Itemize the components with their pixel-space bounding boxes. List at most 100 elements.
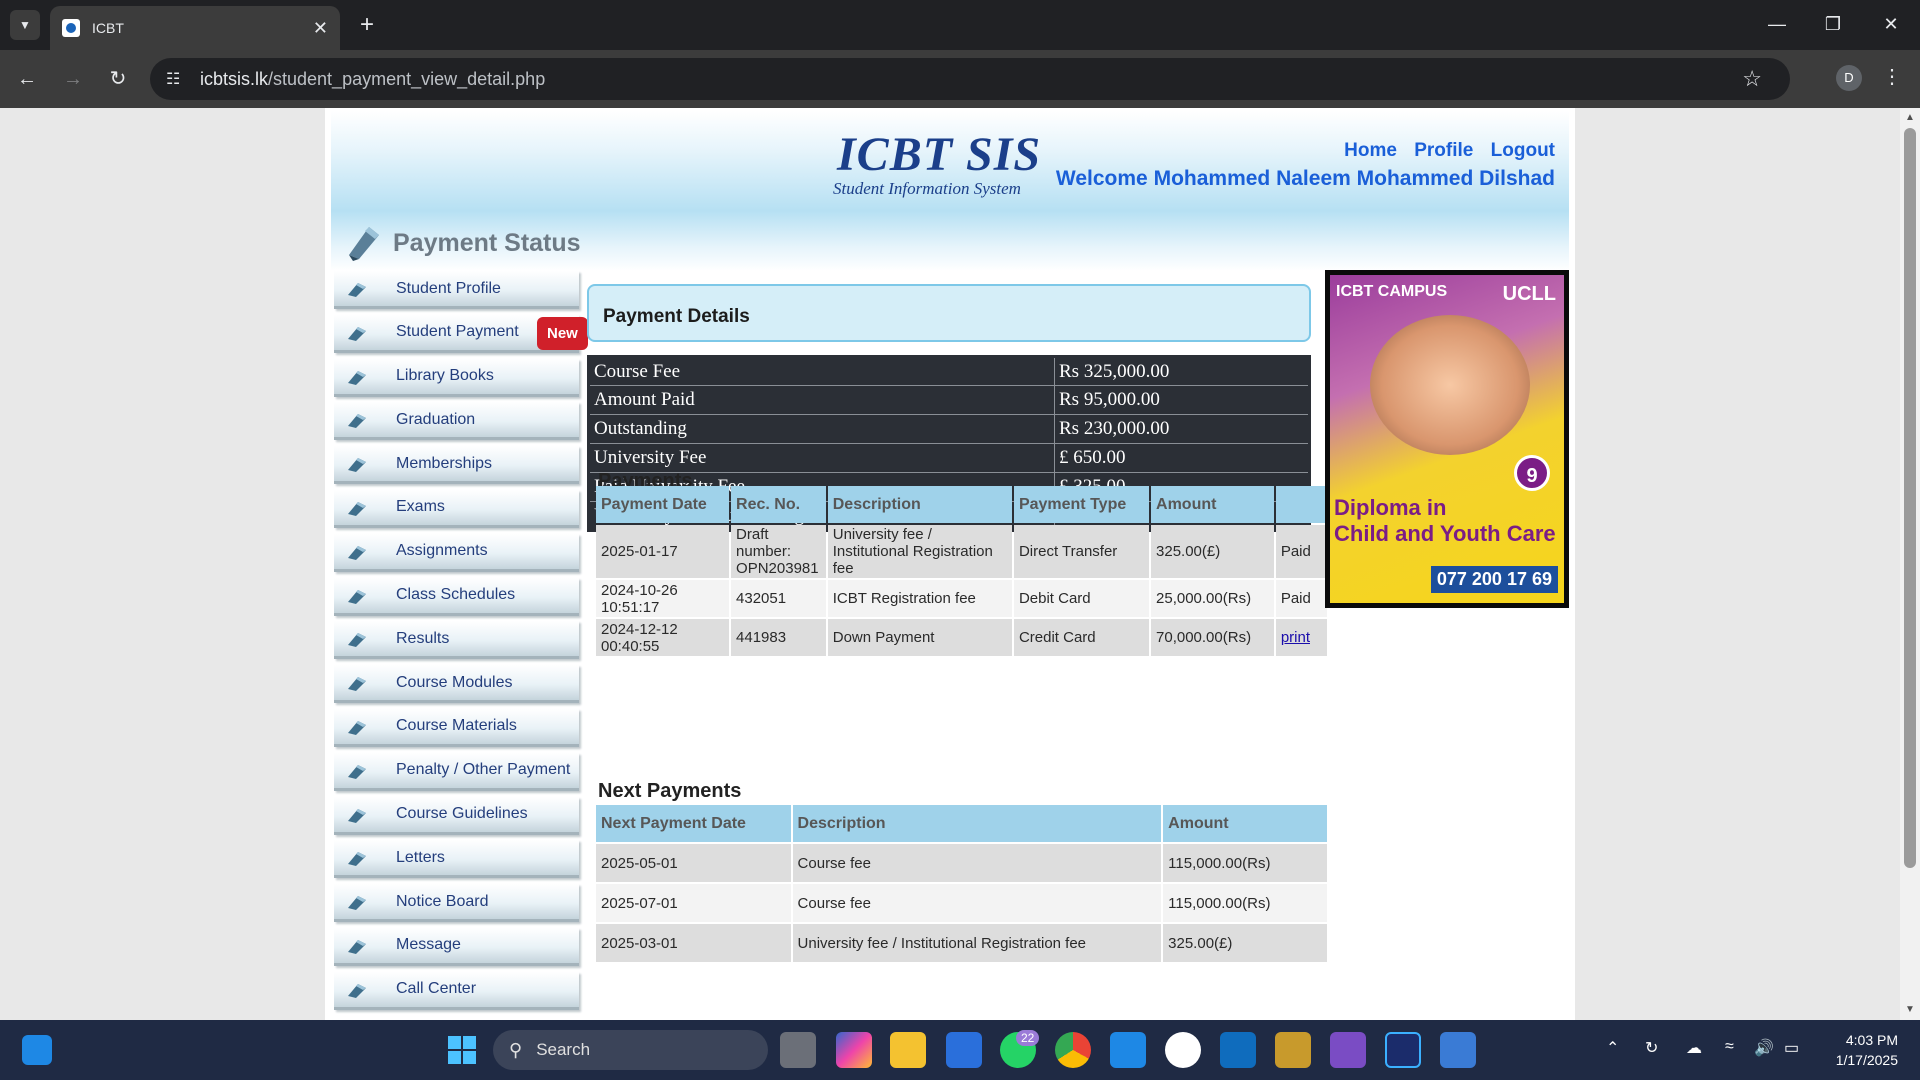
sync-icon[interactable]: ↻ xyxy=(1645,1038,1658,1058)
logout-link[interactable]: Logout xyxy=(1491,140,1555,161)
fee-label: Outstanding xyxy=(588,414,1055,444)
page-scrollbar[interactable]: ▲ ▼ xyxy=(1900,108,1920,1020)
pen-bullet-icon xyxy=(348,458,366,473)
table-header-row: Next Payment Date Description Amount xyxy=(596,805,1327,842)
widgets-icon[interactable] xyxy=(22,1035,52,1065)
description-cell: ICBT Registration fee xyxy=(827,580,1012,617)
sidebar-item-label: Penalty / Other Payment xyxy=(396,761,571,779)
sidebar-item-label: Letters xyxy=(396,848,445,866)
sidebar-item-penalty-other-payment[interactable]: Penalty / Other Payment xyxy=(334,752,579,791)
new-tab-button[interactable]: + xyxy=(352,10,382,40)
profile-link[interactable]: Profile xyxy=(1414,140,1473,161)
tab-title: ICBT xyxy=(92,20,124,36)
chrome-icon[interactable] xyxy=(1055,1032,1091,1068)
sidebar-item-notice-board[interactable]: Notice Board xyxy=(334,884,579,923)
file-explorer-icon[interactable] xyxy=(890,1032,926,1068)
reload-icon[interactable]: ↻ xyxy=(103,64,133,94)
ad-title: Diploma in Child and Youth Care xyxy=(1334,495,1556,546)
sidebar-item-course-materials[interactable]: Course Materials xyxy=(334,708,579,747)
sidebar-item-course-modules[interactable]: Course Modules xyxy=(334,665,579,704)
sidebar-item-letters[interactable]: Letters xyxy=(334,840,579,879)
scroll-thumb[interactable] xyxy=(1904,128,1916,868)
tool-icon[interactable] xyxy=(1275,1032,1311,1068)
whatsapp-icon[interactable] xyxy=(1165,1032,1201,1068)
onedrive-icon[interactable]: ☁ xyxy=(1686,1038,1702,1058)
payments-table: Payment Date Rec. No. Description Payment T… xyxy=(594,484,1329,658)
status-cell: Paid xyxy=(1275,525,1327,578)
payment-details-title: Payment Details xyxy=(603,306,750,327)
page-title: Payment Status xyxy=(393,229,581,257)
tab-search-button[interactable]: ▼ xyxy=(10,10,40,40)
scroll-down-icon[interactable]: ▼ xyxy=(1905,1004,1915,1015)
bookmark-star-icon[interactable]: ☆ xyxy=(1742,66,1762,92)
vscode-icon[interactable] xyxy=(1110,1032,1146,1068)
copilot-icon[interactable] xyxy=(836,1032,872,1068)
close-icon[interactable]: ✕ xyxy=(313,18,328,39)
sidebar-item-label: Student Profile xyxy=(396,279,501,297)
address-bar[interactable]: ☷ icbtsis.lk/student_payment_view_detail… xyxy=(150,58,1790,100)
column-header: Amount xyxy=(1163,805,1327,842)
browser-tab[interactable]: ICBT ✕ xyxy=(50,6,340,50)
back-icon[interactable]: ← xyxy=(12,64,42,94)
visual-studio-icon[interactable] xyxy=(1330,1032,1366,1068)
pen-bullet-icon xyxy=(348,808,366,823)
column-header: Payment Type xyxy=(1013,486,1150,523)
payment-date-cell: 2025-01-17 xyxy=(596,525,730,578)
menu-dots-icon[interactable]: ⋮ xyxy=(1882,64,1902,89)
site-info-icon[interactable]: ☷ xyxy=(166,69,188,89)
sidebar-item-graduation[interactable]: Graduation xyxy=(334,402,579,441)
pen-bullet-icon xyxy=(348,720,366,735)
next-payments-table: Next Payment Date Description Amount 2025-0… xyxy=(594,803,1329,964)
taskbar-search[interactable]: ⚲ Search xyxy=(493,1030,768,1070)
sidebar-item-library-books[interactable]: Library Books xyxy=(334,358,579,397)
sidebar-item-student-payment[interactable]: Student Payment New xyxy=(334,314,588,353)
profile-avatar[interactable]: D xyxy=(1836,65,1862,91)
sidebar-item-exams[interactable]: Exams xyxy=(334,489,579,528)
payment-type-cell: Debit Card xyxy=(1013,580,1150,617)
sidebar-item-class-schedules[interactable]: Class Schedules xyxy=(334,577,579,616)
table-row: 2025-05-01 Course fee 115,000.00(Rs) xyxy=(596,844,1327,882)
table-row: 2025-03-01 University fee / Institutional… xyxy=(596,924,1327,962)
task-view-icon[interactable] xyxy=(780,1032,816,1068)
sidebar-item-student-profile[interactable]: Student Profile xyxy=(334,271,579,309)
advertisement-banner[interactable]: ICBT CAMPUS UCLL 9 Diploma in Child and … xyxy=(1325,270,1569,608)
pen-bullet-icon xyxy=(348,414,366,429)
store-icon[interactable] xyxy=(946,1032,982,1068)
sidebar-item-message[interactable]: Message xyxy=(334,927,579,966)
forward-icon[interactable]: → xyxy=(58,64,88,94)
system-clock[interactable]: 4:03 PM 1/17/2025 xyxy=(1826,1030,1898,1070)
chevron-up-icon[interactable]: ⌃ xyxy=(1606,1038,1619,1058)
home-link[interactable]: Home xyxy=(1344,140,1397,161)
description-cell: University fee / Institutional Registrat… xyxy=(792,924,1162,962)
table-row: 2025-07-01 Course fee 115,000.00(Rs) xyxy=(596,884,1327,922)
scroll-up-icon[interactable]: ▲ xyxy=(1905,112,1915,123)
outlook-icon[interactable] xyxy=(1220,1032,1256,1068)
amount-cell: 325.00(£) xyxy=(1151,525,1274,578)
print-link[interactable]: print xyxy=(1281,629,1310,646)
wifi-icon[interactable]: ≈ xyxy=(1725,1038,1734,1056)
fee-label: Amount Paid xyxy=(588,385,1055,415)
site-logo-subtitle: Student Information System xyxy=(833,179,1021,198)
pen-bullet-icon xyxy=(348,501,366,516)
volume-icon[interactable]: 🔊 xyxy=(1754,1038,1774,1058)
windows-start-icon[interactable] xyxy=(444,1032,480,1068)
fee-row: Course Fee Rs 325,000.00 xyxy=(588,356,1310,386)
sidebar-item-call-center[interactable]: Call Center xyxy=(334,971,579,1010)
pen-bullet-icon xyxy=(348,764,366,779)
next-payment-date-cell: 2025-03-01 xyxy=(596,924,791,962)
payment-date-cell: 2024-10-26 10:51:17 xyxy=(596,580,730,617)
sidebar-item-label: Results xyxy=(396,629,450,647)
pen-bullet-icon xyxy=(348,326,366,341)
pen-bullet-icon xyxy=(348,939,366,954)
minimize-icon[interactable]: — xyxy=(1752,8,1802,40)
close-window-icon[interactable]: ✕ xyxy=(1866,8,1916,40)
sidebar-item-course-guidelines[interactable]: Course Guidelines xyxy=(334,796,579,835)
sidebar-item-results[interactable]: Results xyxy=(334,621,579,660)
restore-icon[interactable]: ❐ xyxy=(1808,8,1858,40)
app-icon[interactable] xyxy=(1440,1032,1476,1068)
battery-icon[interactable]: ▭ xyxy=(1784,1038,1799,1058)
sidebar-item-assignments[interactable]: Assignments xyxy=(334,533,579,572)
tab-strip: ▼ ICBT ✕ + — ❐ ✕ xyxy=(0,0,1920,50)
sidebar-item-memberships[interactable]: Memberships xyxy=(334,446,579,485)
jetbrains-icon[interactable] xyxy=(1385,1032,1421,1068)
